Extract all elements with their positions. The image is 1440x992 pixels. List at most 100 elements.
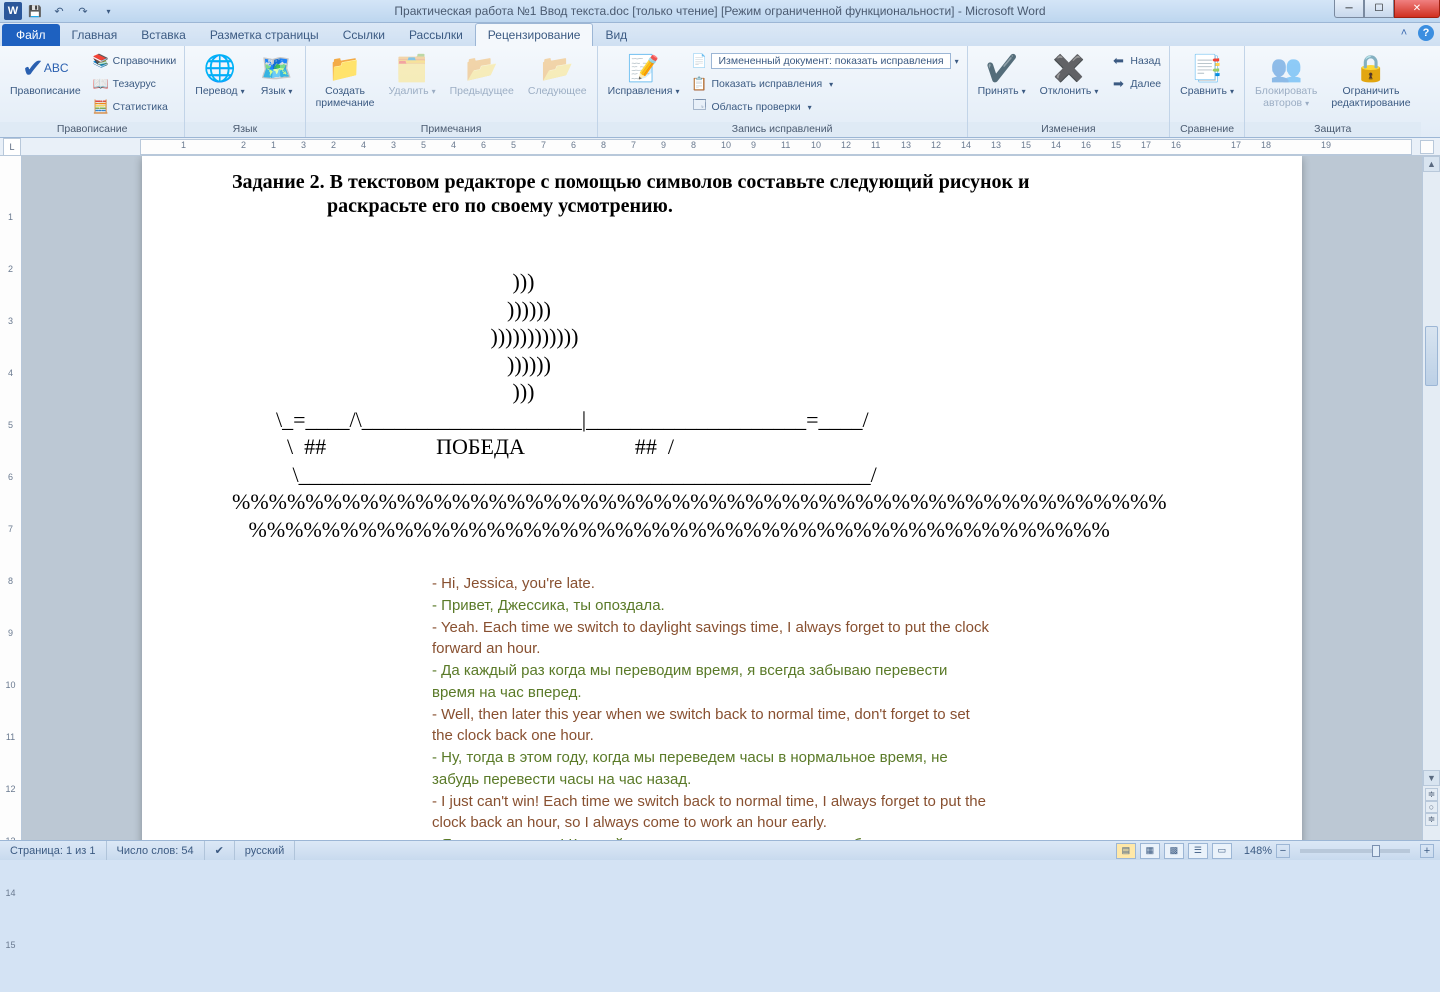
tab-mailings[interactable]: Рассылки — [397, 24, 475, 46]
wordcount-button[interactable]: 🧮Статистика — [89, 96, 181, 118]
horizontal-ruler[interactable]: 1213243546576879810911101211131214131514… — [140, 139, 1412, 155]
tab-selector[interactable]: L — [3, 138, 21, 156]
delete-comment-icon: 🗂️ — [396, 50, 428, 86]
compare-button[interactable]: 📑 Сравнить — [1174, 48, 1240, 100]
dialog-line: - Ну, тогда в этом году, когда мы переве… — [432, 747, 992, 791]
tab-insert[interactable]: Вставка — [129, 24, 198, 46]
help-icon[interactable]: ? — [1418, 25, 1434, 41]
status-word-count[interactable]: Число слов: 54 — [107, 841, 205, 860]
window-controls: ─ ☐ ✕ — [1334, 0, 1440, 18]
reject-button[interactable]: ✖️ Отклонить — [1034, 48, 1105, 100]
window-title: Практическая работа №1 Ввод текста.doc [… — [394, 4, 1045, 18]
task-heading-line1: Задание 2. В текстовом редакторе с помощ… — [232, 170, 1212, 195]
language-icon: 🗺️ — [260, 50, 292, 86]
next-comment-icon: 📂 — [541, 50, 573, 86]
scroll-thumb[interactable] — [1425, 326, 1438, 386]
dialog-line: - Привет, Джессика, ты опоздала. — [432, 595, 992, 617]
document-workspace: 123456789101112131415 Задание 2. В текст… — [0, 156, 1440, 840]
track-changes-button[interactable]: 📝 Исправления — [602, 48, 686, 100]
web-layout-view-button[interactable]: ▩ — [1164, 843, 1184, 859]
tab-file[interactable]: Файл — [2, 24, 60, 46]
ascii-art-block: ))) )))))) )))))))))))) )))))) — [232, 268, 1212, 543]
redo-icon[interactable]: ↷ — [72, 1, 94, 21]
group-changes: ✔️ Принять ✖️ Отклонить ⬅Назад ➡Далее Из… — [968, 46, 1171, 137]
group-proofing: ✔ABC Правописание 📚Справочники 📖Тезаурус… — [0, 46, 185, 137]
thesaurus-button[interactable]: 📖Тезаурус — [89, 73, 181, 95]
next-page-icon[interactable]: ≑ — [1425, 813, 1438, 826]
previous-change-button[interactable]: ⬅Назад — [1106, 50, 1165, 72]
outline-view-button[interactable]: ☰ — [1188, 843, 1208, 859]
prev-comment-icon: 📂 — [466, 50, 498, 86]
arrow-left-icon: ⬅ — [1110, 53, 1126, 69]
next-comment-button: 📂 Следующее — [522, 48, 593, 100]
ruler-row: L 12132435465768798109111012111312141315… — [0, 138, 1440, 156]
tab-review[interactable]: Рецензирование — [475, 23, 594, 46]
restrict-icon: 🔒 — [1355, 50, 1387, 86]
minimize-button[interactable]: ─ — [1334, 0, 1364, 18]
zoom-out-button[interactable]: − — [1276, 844, 1290, 858]
maximize-button[interactable]: ☐ — [1364, 0, 1394, 18]
delete-comment-button: 🗂️ Удалить — [383, 48, 442, 100]
stats-icon: 🧮 — [93, 99, 109, 115]
tab-page-layout[interactable]: Разметка страницы — [198, 24, 331, 46]
scroll-down-arrow-icon[interactable]: ▼ — [1423, 770, 1440, 786]
document-page[interactable]: Задание 2. В текстовом редакторе с помощ… — [142, 156, 1302, 840]
zoom-slider-thumb[interactable] — [1372, 845, 1380, 857]
print-layout-view-button[interactable]: ▤ — [1116, 843, 1136, 859]
spelling-icon: ✔ABC — [22, 50, 68, 86]
zoom-level[interactable]: 148% — [1244, 845, 1272, 857]
dialog-line: - I just can't win! Each time we switch … — [432, 791, 992, 835]
compare-icon: 📑 — [1191, 50, 1223, 86]
tab-references[interactable]: Ссылки — [331, 24, 397, 46]
accept-button[interactable]: ✔️ Принять — [972, 48, 1032, 100]
next-change-button[interactable]: ➡Далее — [1106, 73, 1165, 95]
ruler-toggle-button[interactable] — [1420, 140, 1434, 154]
display-for-review-dropdown[interactable]: 📄Измененный документ: показать исправлен… — [687, 50, 962, 72]
translate-button[interactable]: 🌐 Перевод — [189, 48, 250, 100]
group-comments: 📁 Создать примечание 🗂️ Удалить 📂 Предыд… — [306, 46, 598, 137]
vertical-scrollbar[interactable]: ▲ ▼ ≑ ○ ≑ — [1422, 156, 1440, 840]
language-button[interactable]: 🗺️ Язык — [253, 48, 301, 100]
restrict-editing-button[interactable]: 🔒 Ограничить редактирование — [1325, 48, 1416, 111]
show-markup-dropdown[interactable]: 📋Показать исправления — [687, 73, 962, 95]
dialog-text-block: - Hi, Jessica, you're late.- Привет, Дже… — [232, 573, 992, 840]
spelling-button[interactable]: ✔ABC Правописание — [4, 48, 87, 100]
status-page[interactable]: Страница: 1 из 1 — [0, 841, 107, 860]
select-browse-object-icon[interactable]: ○ — [1425, 801, 1438, 813]
new-comment-button[interactable]: 📁 Создать примечание — [310, 48, 381, 111]
reject-icon: ✖️ — [1053, 50, 1085, 86]
save-icon[interactable]: 💾 — [24, 1, 46, 21]
document-scroll-area[interactable]: Задание 2. В текстовом редакторе с помощ… — [22, 156, 1440, 840]
fullscreen-reading-view-button[interactable]: ▦ — [1140, 843, 1160, 859]
minimize-ribbon-icon[interactable]: ˄ — [1396, 25, 1412, 41]
zoom-slider[interactable] — [1300, 849, 1410, 853]
track-changes-icon: 📝 — [627, 50, 659, 86]
pane-icon: 🗔 — [691, 99, 707, 115]
word-app-icon[interactable]: W — [4, 2, 22, 20]
reviewing-pane-dropdown[interactable]: 🗔Область проверки — [687, 96, 962, 118]
group-label-proofing: Правописание — [0, 122, 184, 137]
scroll-up-arrow-icon[interactable]: ▲ — [1423, 156, 1440, 172]
qat-customize-icon[interactable] — [96, 1, 118, 21]
undo-icon[interactable]: ↶ — [48, 1, 70, 21]
draft-view-button[interactable]: ▭ — [1212, 843, 1232, 859]
group-label-protect: Защита — [1245, 122, 1421, 137]
status-language[interactable]: русский — [235, 841, 295, 860]
block-authors-icon: 👥 — [1270, 50, 1302, 86]
group-label-comments: Примечания — [306, 122, 597, 137]
group-compare: 📑 Сравнить Сравнение — [1170, 46, 1245, 137]
tab-home[interactable]: Главная — [60, 24, 130, 46]
group-label-tracking: Запись исправлений — [598, 122, 967, 137]
prev-page-icon[interactable]: ≑ — [1425, 788, 1438, 801]
tab-view[interactable]: Вид — [593, 24, 639, 46]
display-icon: 📄 — [691, 53, 707, 69]
dialog-line: - Yeah. Each time we switch to daylight … — [432, 617, 992, 661]
group-tracking: 📝 Исправления 📄Измененный документ: пока… — [598, 46, 968, 137]
zoom-in-button[interactable]: + — [1420, 844, 1434, 858]
group-language: 🌐 Перевод 🗺️ Язык Язык — [185, 46, 305, 137]
research-button[interactable]: 📚Справочники — [89, 50, 181, 72]
group-label-compare: Сравнение — [1170, 122, 1244, 137]
vertical-ruler[interactable]: 123456789101112131415 — [0, 156, 22, 840]
close-button[interactable]: ✕ — [1394, 0, 1440, 18]
status-proofing[interactable]: ✔ — [205, 841, 235, 860]
